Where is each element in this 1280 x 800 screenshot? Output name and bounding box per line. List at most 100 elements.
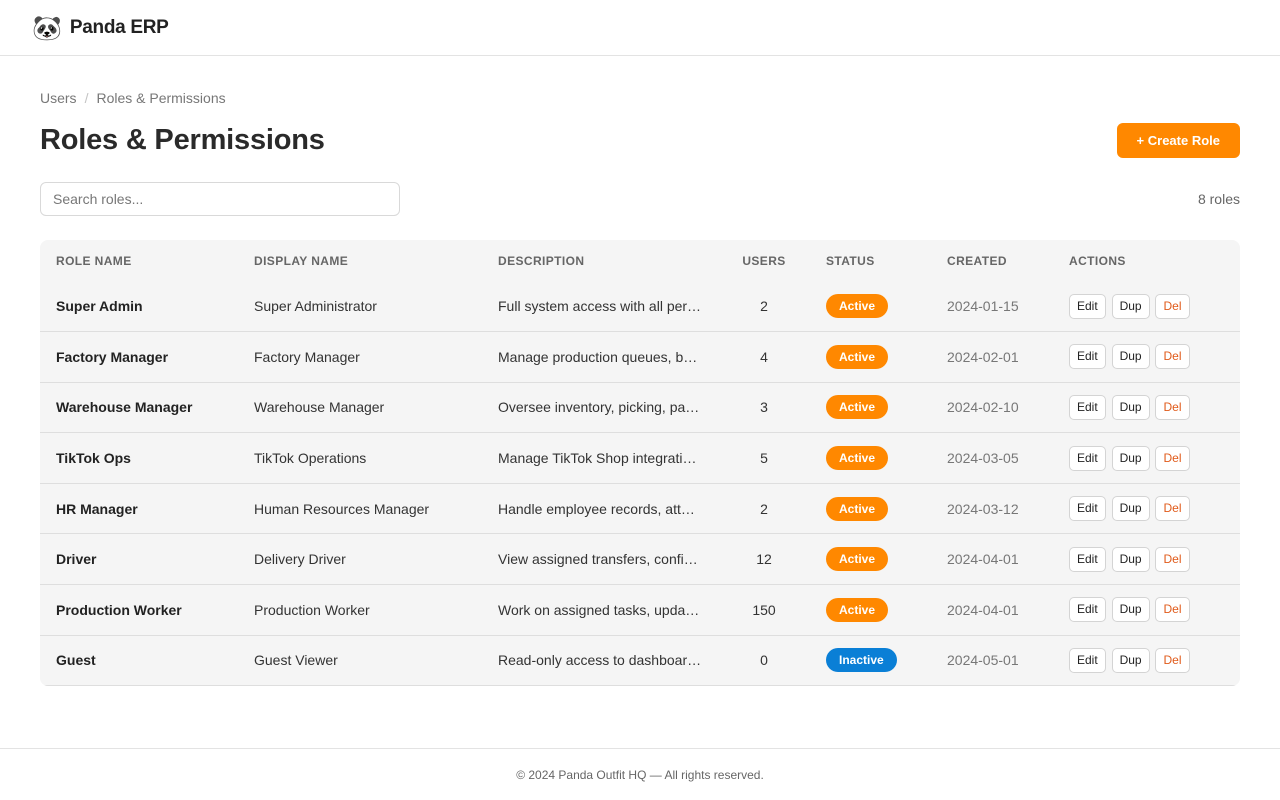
status-badge: Active <box>826 547 889 572</box>
actions-cell: Edit Dup Del <box>1053 281 1240 333</box>
edit-button[interactable]: Edit <box>1069 293 1106 319</box>
table-row[interactable]: HR Manager Human Resources Manager Handle … <box>40 483 1240 535</box>
duplicate-button[interactable]: Dup <box>1111 293 1150 319</box>
delete-button[interactable]: Del <box>1155 597 1190 623</box>
status-cell: Active <box>810 432 931 484</box>
duplicate-button[interactable]: Dup <box>1111 344 1150 370</box>
status-badge: Active <box>826 395 889 420</box>
created-date-cell: 2024-02-01 <box>931 331 1053 383</box>
table-row[interactable]: TikTok Ops TikTok Operations Manage TikTok… <box>40 432 1240 484</box>
edit-button[interactable]: Edit <box>1069 344 1106 370</box>
column-header-users[interactable]: USERS <box>718 240 810 281</box>
description-cell: Work on assigned tasks, upda… <box>482 584 718 636</box>
role-name-cell: Factory Manager <box>40 331 238 383</box>
column-header-role-name[interactable]: ROLE NAME <box>40 240 238 281</box>
table-row[interactable]: Guest Guest Viewer Read-only access to das… <box>40 635 1240 687</box>
breadcrumb-separator: / <box>84 90 89 106</box>
actions-cell: Edit Dup Del <box>1053 382 1240 434</box>
duplicate-button[interactable]: Dup <box>1111 546 1150 572</box>
users-count-cell: 4 <box>718 331 810 383</box>
description-cell: Manage TikTok Shop integrati… <box>482 432 718 484</box>
display-name-cell: Warehouse Manager <box>238 382 482 434</box>
actions-cell: Edit Dup Del <box>1053 331 1240 383</box>
edit-button[interactable]: Edit <box>1069 496 1106 522</box>
table-row[interactable]: Super Admin Super Administrator Full syste… <box>40 281 1240 333</box>
role-name-cell: Super Admin <box>40 281 238 333</box>
delete-button[interactable]: Del <box>1155 344 1190 370</box>
description-cell: Full system access with all per… <box>482 281 718 333</box>
display-name-cell: Delivery Driver <box>238 533 482 586</box>
breadcrumb: Users / Roles & Permissions <box>40 90 1240 106</box>
created-date-cell: 2024-03-12 <box>931 483 1053 535</box>
search-row: 8 roles <box>40 182 1240 216</box>
actions-cell: Edit Dup Del <box>1053 483 1240 535</box>
display-name-cell: Factory Manager <box>238 331 482 383</box>
create-role-button[interactable]: + Create Role <box>1116 122 1240 158</box>
status-cell: Active <box>810 331 931 383</box>
delete-button[interactable]: Del <box>1155 293 1190 319</box>
created-date-cell: 2024-04-01 <box>931 533 1053 586</box>
status-cell: Inactive <box>810 635 931 687</box>
created-date-cell: 2024-03-05 <box>931 432 1053 484</box>
column-header-actions: ACTIONS <box>1069 253 1126 268</box>
status-cell: Active <box>810 382 931 434</box>
created-date-cell: 2024-02-10 <box>931 382 1053 434</box>
description-cell: Oversee inventory, picking, pa… <box>482 382 718 434</box>
status-cell: Active <box>810 584 931 636</box>
users-count-cell: 12 <box>718 533 810 586</box>
duplicate-button[interactable]: Dup <box>1111 445 1150 471</box>
edit-button[interactable]: Edit <box>1069 394 1106 420</box>
edit-button[interactable]: Edit <box>1069 445 1106 471</box>
role-name-cell: Production Worker <box>40 584 238 636</box>
edit-button[interactable]: Edit <box>1069 597 1106 623</box>
table-row[interactable]: Warehouse Manager Warehouse Manager Overse… <box>40 382 1240 434</box>
footer: © 2024 Panda Outfit HQ — All rights rese… <box>0 748 1280 800</box>
column-header-created[interactable]: CREATED <box>931 240 1053 281</box>
app-name[interactable]: Panda ERP <box>70 17 169 39</box>
edit-button[interactable]: Edit <box>1069 647 1106 673</box>
status-badge: Active <box>826 294 889 319</box>
role-name-cell: Guest <box>40 635 238 687</box>
users-count-cell: 2 <box>718 281 810 333</box>
status-badge: Active <box>826 344 889 369</box>
role-count: 8 roles <box>1197 191 1240 207</box>
column-header-status[interactable]: STATUS <box>810 240 931 281</box>
panda-icon[interactable]: 🐼 <box>32 16 62 40</box>
breadcrumb-users[interactable]: Users <box>40 90 77 106</box>
display-name-cell: Guest Viewer <box>238 635 482 687</box>
users-count-cell: 2 <box>718 483 810 535</box>
status-cell: Active <box>810 281 931 333</box>
users-count-cell: 0 <box>718 635 810 687</box>
role-name-cell: Driver <box>40 533 238 586</box>
search-input[interactable] <box>40 182 400 216</box>
duplicate-button[interactable]: Dup <box>1111 496 1150 522</box>
delete-button[interactable]: Del <box>1155 647 1190 673</box>
status-badge: Active <box>826 597 889 622</box>
actions-cell: Edit Dup Del <box>1053 635 1240 687</box>
role-name-cell: HR Manager <box>40 483 238 535</box>
title-row: Roles & Permissions + Create Role <box>40 122 1240 158</box>
delete-button[interactable]: Del <box>1155 496 1190 522</box>
duplicate-button[interactable]: Dup <box>1111 597 1150 623</box>
duplicate-button[interactable]: Dup <box>1111 647 1150 673</box>
duplicate-button[interactable]: Dup <box>1111 394 1150 420</box>
delete-button[interactable]: Del <box>1155 445 1190 471</box>
created-date-cell: 2024-04-01 <box>931 584 1053 636</box>
edit-button[interactable]: Edit <box>1069 546 1106 572</box>
column-header-description[interactable]: DESCRIPTION <box>482 240 718 281</box>
table-row[interactable]: Driver Delivery Driver View assigned trans… <box>40 533 1240 586</box>
description-cell: View assigned transfers, confi… <box>482 533 718 586</box>
role-name-cell: TikTok Ops <box>40 432 238 484</box>
status-cell: Active <box>810 483 931 535</box>
status-badge: Inactive <box>826 648 897 673</box>
column-header-display-name[interactable]: DISPLAY NAME <box>238 240 482 281</box>
status-cell: Active <box>810 533 931 586</box>
status-badge: Active <box>826 446 889 471</box>
actions-cell: Edit Dup Del <box>1053 533 1240 586</box>
table-row[interactable]: Production Worker Production Worker Work o… <box>40 584 1240 636</box>
delete-button[interactable]: Del <box>1155 546 1190 572</box>
actions-cell: Edit Dup Del <box>1053 584 1240 636</box>
delete-button[interactable]: Del <box>1155 394 1190 420</box>
table-row[interactable]: Factory Manager Factory Manager Manage pro… <box>40 331 1240 383</box>
breadcrumb-current: Roles & Permissions <box>96 90 226 106</box>
